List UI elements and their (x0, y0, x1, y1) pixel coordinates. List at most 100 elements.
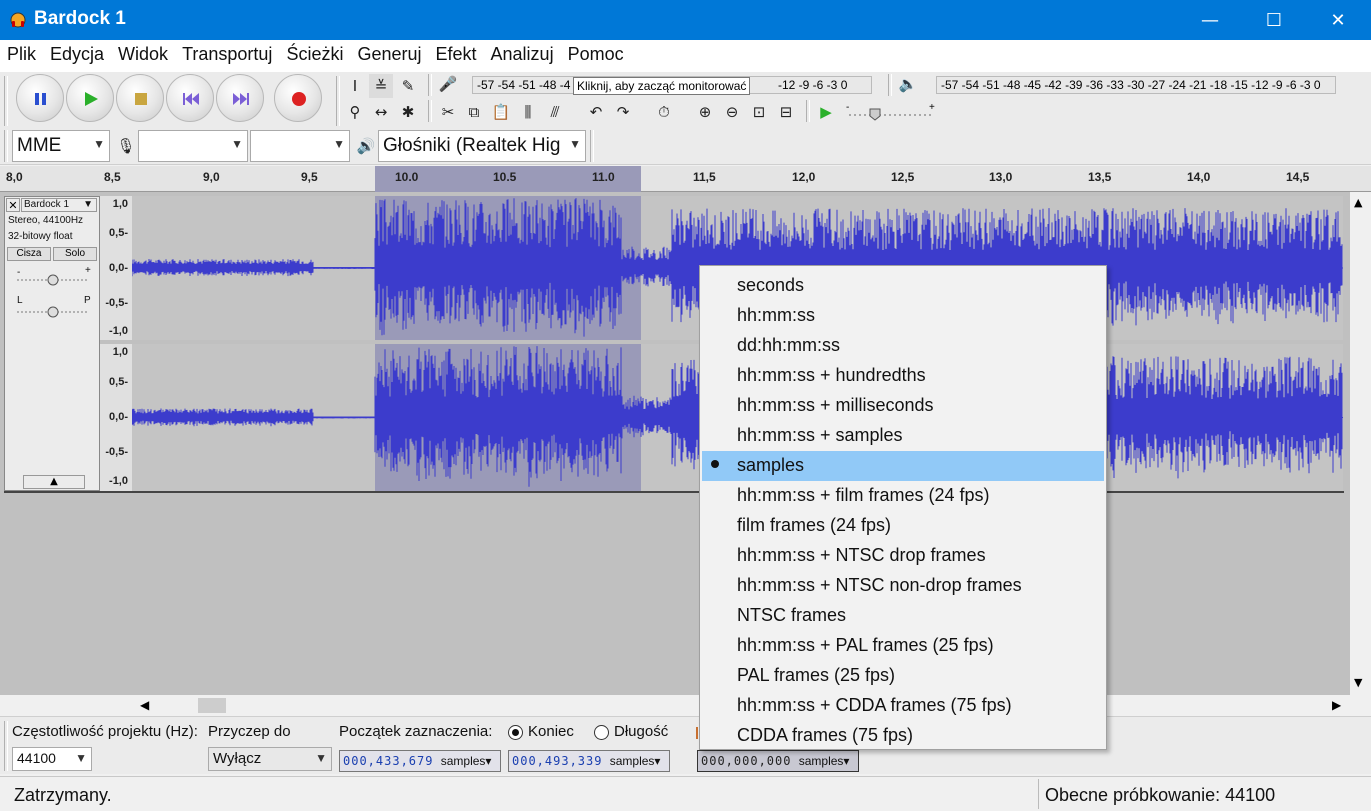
toolbar-grip[interactable] (4, 76, 8, 126)
solo-button[interactable]: Solo (53, 247, 97, 261)
length-radio[interactable] (594, 725, 609, 740)
time-format-option[interactable]: hh:mm:ss + NTSC drop frames (702, 541, 1104, 571)
project-rate-select[interactable]: 44100 ▼ (12, 747, 92, 771)
track-area[interactable]: ✕ Bardock 1 ▼ Stereo, 44100Hz 32-bitowy … (0, 192, 1350, 695)
chevron-down-icon[interactable]: ▾ (843, 754, 849, 768)
output-device-select[interactable]: Głośniki (Realtek Hig ▼ (378, 130, 586, 162)
zoom-out-icon[interactable]: ⊖ (720, 100, 744, 124)
time-format-option[interactable]: CDDA frames (75 fps) (702, 721, 1104, 751)
playback-meter[interactable]: -57 -54 -51 -48 -45 -42 -39 -36 -33 -30 … (936, 76, 1336, 94)
cut-icon[interactable]: ✂ (436, 100, 460, 124)
timeshift-tool-icon[interactable]: ↔ (369, 100, 393, 124)
time-format-option[interactable]: hh:mm:ss + hundredths (702, 361, 1104, 391)
play-at-speed-icon[interactable]: ▶ (814, 100, 838, 124)
maximize-button[interactable]: ☐ (1242, 0, 1306, 40)
menu-generate[interactable]: Generuj (350, 40, 428, 72)
undo-icon[interactable]: ↶ (584, 100, 608, 124)
scroll-up-icon[interactable]: ▲ (1354, 196, 1362, 209)
audio-position-time[interactable]: 000,000,000 samples▾ (697, 750, 859, 772)
menu-help[interactable]: Pomoc (561, 40, 631, 72)
skip-start-icon (167, 75, 215, 123)
skip-to-start-button[interactable] (166, 74, 214, 122)
vertical-scale-right[interactable]: 1,0 0,5- 0,0- -0,5- -1,0 (100, 344, 132, 491)
pause-button[interactable] (16, 74, 64, 122)
pan-slider[interactable] (15, 305, 91, 319)
minimize-button[interactable]: — (1178, 0, 1242, 40)
play-button[interactable] (66, 74, 114, 122)
selection-start-label: Początek zaznaczenia: (339, 723, 493, 740)
sync-lock-icon[interactable]: ⏱ (652, 100, 676, 124)
draw-tool-icon[interactable]: ✎ (396, 74, 420, 98)
close-button[interactable]: ✕ (1306, 0, 1370, 40)
time-format-option[interactable]: seconds (702, 271, 1104, 301)
toolbar-grip[interactable] (428, 74, 432, 96)
toolbar-grip[interactable] (806, 100, 810, 122)
vertical-scale-left[interactable]: 1,0 0,5- 0,0- -0,5- -1,0 (100, 196, 132, 340)
scroll-right-icon[interactable]: ▶ (1332, 698, 1341, 712)
menu-transport[interactable]: Transportuj (175, 40, 279, 72)
menu-effect[interactable]: Efekt (429, 40, 484, 72)
toolbar-grip[interactable] (336, 76, 340, 126)
vertical-scrollbar[interactable]: ▲ ▼ (1350, 192, 1371, 695)
mute-button[interactable]: Cisza (7, 247, 51, 261)
toolbar-grip[interactable] (888, 74, 892, 96)
menu-view[interactable]: Widok (111, 40, 175, 72)
toolbar-grip[interactable] (590, 130, 594, 162)
time-format-option[interactable]: hh:mm:ss + samples (702, 421, 1104, 451)
redo-icon[interactable]: ↷ (611, 100, 635, 124)
multi-tool-icon[interactable]: ✱ (396, 100, 420, 124)
speaker-icon[interactable]: 🔈 (896, 72, 920, 96)
selection-end-time[interactable]: 000,493,339 samples▾ (508, 750, 670, 772)
scroll-thumb[interactable] (198, 698, 226, 713)
time-format-option[interactable]: film frames (24 fps) (702, 511, 1104, 541)
trim-icon[interactable]: ⫼ (516, 100, 540, 124)
menu-tracks[interactable]: Ścieżki (279, 40, 350, 72)
time-format-option[interactable]: PAL frames (25 fps) (702, 661, 1104, 691)
time-format-option[interactable]: NTSC frames (702, 601, 1104, 631)
audio-host-select[interactable]: MME ▼ (12, 130, 110, 162)
time-format-option[interactable]: hh:mm:ss + NTSC non-drop frames (702, 571, 1104, 601)
time-format-option[interactable]: hh:mm:ss + CDDA frames (75 fps) (702, 691, 1104, 721)
input-device-select[interactable]: ▼ (138, 130, 248, 162)
channels-select[interactable]: ▼ (250, 130, 350, 162)
fit-selection-icon[interactable]: ⊡ (747, 100, 771, 124)
chevron-down-icon[interactable]: ▾ (485, 754, 491, 768)
scroll-left-icon[interactable]: ◀ (140, 698, 149, 712)
record-button[interactable] (274, 74, 322, 122)
gain-slider[interactable] (15, 273, 91, 287)
scroll-down-icon[interactable]: ▼ (1354, 676, 1362, 689)
play-speed-slider[interactable]: - + (845, 102, 937, 122)
time-format-option[interactable]: samples (702, 451, 1104, 481)
selection-tool-icon[interactable]: I (343, 74, 367, 98)
copy-icon[interactable]: ⧉ (462, 100, 486, 124)
paste-icon[interactable]: 📋 (489, 100, 513, 124)
silence-icon[interactable]: ⫻ (543, 100, 567, 124)
menu-file[interactable]: Plik (0, 40, 43, 72)
toolbar-grip[interactable] (4, 721, 8, 771)
selection-start-time[interactable]: 000,433,679 samples▾ (339, 750, 501, 772)
end-radio[interactable] (508, 725, 523, 740)
toolbar-grip[interactable] (4, 130, 8, 162)
chevron-down-icon[interactable]: ▾ (654, 754, 660, 768)
time-format-option[interactable]: hh:mm:ss + milliseconds (702, 391, 1104, 421)
zoom-in-icon[interactable]: ⊕ (693, 100, 717, 124)
microphone-icon[interactable]: 🎤 (436, 72, 460, 96)
timeline-ruler[interactable]: 8,0 8,5 9,0 9,5 10.0 10.5 11.0 11,5 12,0… (0, 166, 1371, 192)
time-format-option[interactable]: dd:hh:mm:ss (702, 331, 1104, 361)
track-name-menu[interactable]: Bardock 1 ▼ (21, 198, 97, 212)
time-format-option[interactable]: hh:mm:ss (702, 301, 1104, 331)
time-format-option[interactable]: hh:mm:ss + PAL frames (25 fps) (702, 631, 1104, 661)
snap-to-select[interactable]: Wyłącz ▼ (208, 747, 332, 771)
track-close-icon[interactable]: ✕ (6, 198, 20, 212)
menu-analyze[interactable]: Analizuj (484, 40, 561, 72)
menu-edit[interactable]: Edycja (43, 40, 111, 72)
envelope-tool-icon[interactable]: ≚ (369, 74, 393, 98)
fit-project-icon[interactable]: ⊟ (774, 100, 798, 124)
zoom-tool-icon[interactable]: ⚲ (343, 100, 367, 124)
time-format-menu: seconds hh:mm:ss dd:hh:mm:ss hh:mm:ss + hun… (699, 265, 1107, 750)
skip-to-end-button[interactable] (216, 74, 264, 122)
stop-button[interactable] (116, 74, 164, 122)
time-format-option[interactable]: hh:mm:ss + film frames (24 fps) (702, 481, 1104, 511)
collapse-track-button[interactable]: ▲ (23, 475, 85, 489)
toolbar-grip[interactable] (428, 100, 432, 122)
